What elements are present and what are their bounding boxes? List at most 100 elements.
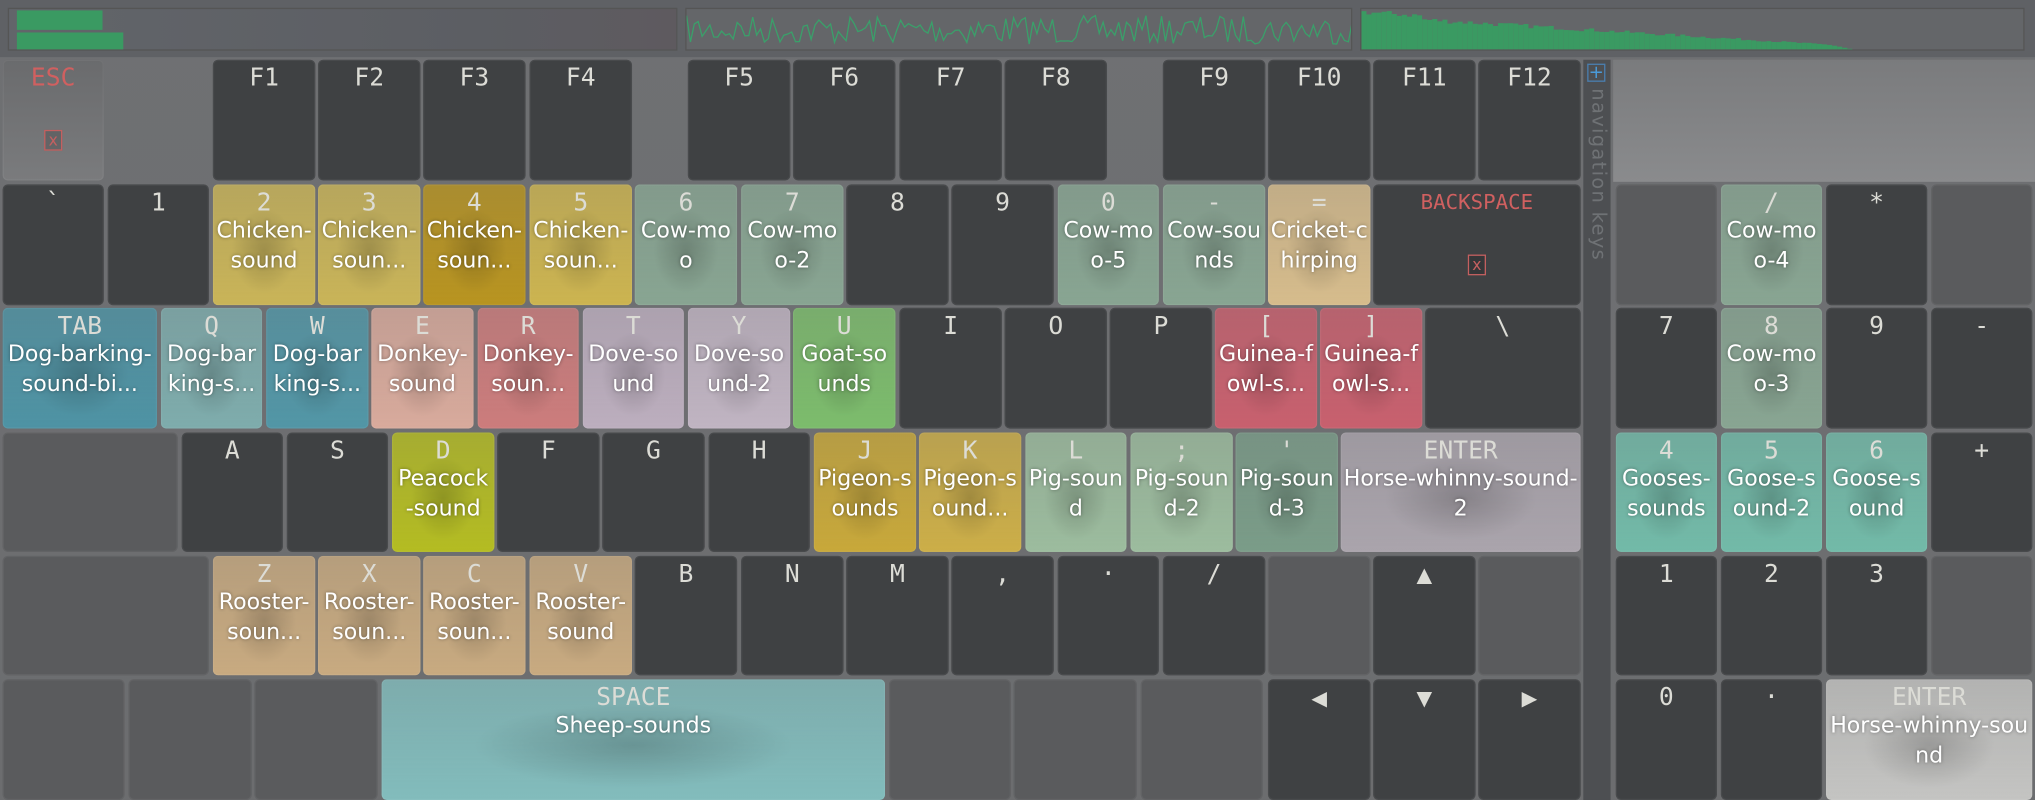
key-v[interactable]: V Rooster-sound [529,555,633,676]
key-f7[interactable]: F7 [899,59,1002,181]
key-4[interactable]: 4 Chicken-soun... [423,184,526,306]
key-blank[interactable] [1931,184,2033,306]
key-d[interactable]: D Peacock-sound [391,432,495,552]
key-7[interactable]: 7 Cow-moo-2 [741,184,844,306]
key-6[interactable]: 6 Cow-moo [634,184,738,306]
key-e[interactable]: E Donkey-sound [371,307,474,429]
key-o[interactable]: O [1004,307,1108,429]
key-left-bracket[interactable]: [Guinea-fowl-s... [1214,307,1318,429]
key-4[interactable]: 4 Gooses-sounds [1615,432,1717,552]
key-f3[interactable]: F3 [423,59,526,181]
key-blank[interactable] [2,679,125,800]
key-2[interactable]: 2 Chicken-sound [212,184,316,306]
key-blank[interactable] [1931,555,2033,676]
key-y[interactable]: Y Dove-sound-2 [687,307,791,429]
key-z[interactable]: Z Rooster-soun... [212,555,316,676]
key-f8[interactable]: F8 [1004,59,1108,181]
key-p[interactable]: P [1109,307,1213,429]
key-f11[interactable]: F11 [1373,59,1476,181]
key-right-arrow[interactable]: ▶ [1478,679,1581,800]
key-f10[interactable]: F10 [1267,59,1371,181]
key-tab[interactable]: TAB Dog-barking-sound-bi... [2,307,158,429]
key-w[interactable]: W Dog-barking-s... [266,307,369,429]
key-m[interactable]: M [846,555,949,676]
key-quote[interactable]: ' Pig-sound-3 [1235,432,1339,552]
key-f6[interactable]: F6 [792,59,896,181]
key-f9[interactable]: F9 [1162,59,1266,181]
key-f2[interactable]: F2 [317,59,421,181]
key-f12[interactable]: F12 [1478,59,1581,181]
key-plus[interactable]: + [1931,432,2033,552]
key-enter[interactable]: ENTER Horse-whinny-sound [1826,679,2033,800]
key-f1[interactable]: F1 [212,59,316,181]
key-blank[interactable] [254,679,378,800]
key-5[interactable]: 5 Goose-sound-2 [1720,432,1823,552]
key-3[interactable]: 3 Chicken-soun... [317,184,421,306]
key-up-arrow[interactable]: ▲ [1373,555,1476,676]
key-blank[interactable] [1615,184,1717,306]
key-3[interactable]: 3 [1826,555,1928,676]
key-h[interactable]: H [708,432,810,552]
key-1[interactable]: 1 [107,184,209,306]
key-blank[interactable] [888,679,1011,800]
key-label: ' [1279,436,1295,465]
key-esc[interactable]: ESC x [2,59,104,181]
key-r[interactable]: R Donkey-soun... [477,307,579,429]
key-blank[interactable] [1478,555,1581,676]
key-i[interactable]: I [899,307,1002,429]
key-minus[interactable]: - [1931,307,2033,429]
key-k[interactable]: K Pigeon-sound... [918,432,1022,552]
key-space[interactable]: SPACE Sheep-sounds [381,679,886,800]
key-right-bracket[interactable]: ] Guinea-fowl-s... [1319,307,1423,429]
key-q[interactable]: Q Dog-barking-s... [160,307,263,429]
key-slash[interactable]: / Cow-moo-4 [1720,184,1823,306]
key-f5[interactable]: F5 [687,59,791,181]
key-x[interactable]: X Rooster-soun... [317,555,421,676]
key-f[interactable]: F [497,432,600,552]
navigation-keys-panel[interactable]: + navigation keys [1583,59,1611,800]
key-2[interactable]: 2 [1720,555,1823,676]
key-minus[interactable]: - Cow-sounds [1162,184,1266,306]
key-6[interactable]: 6 Goose-sound [1826,432,1928,552]
key-asterisk[interactable]: * [1826,184,1928,306]
key-blank[interactable] [2,432,178,552]
key-blank[interactable] [1013,679,1137,800]
key-9[interactable]: 9 [1826,307,1928,429]
key-b[interactable]: B [634,555,738,676]
key-0[interactable]: 0 Cow-moo-5 [1057,184,1159,306]
key-g[interactable]: G [602,432,705,552]
key-equals[interactable]: = Cricket-chirping [1267,184,1371,306]
key-left-arrow[interactable]: ◀ [1267,679,1371,800]
key-a[interactable]: A [181,432,283,552]
key-blank[interactable] [128,679,252,800]
key-blank[interactable] [2,555,209,676]
key-backslash[interactable]: \ [1424,307,1581,429]
key-s[interactable]: S [286,432,389,552]
key-0[interactable]: 0 [1615,679,1717,800]
key-slash[interactable]: / [1162,555,1266,676]
key-7[interactable]: 7 [1615,307,1717,429]
key-t[interactable]: T Dove-sound [582,307,684,429]
key-backspace[interactable]: BACKSPACE x [1373,184,1581,306]
key-c[interactable]: C Rooster-soun... [423,555,526,676]
key-9[interactable]: 9 [951,184,1054,306]
key-period[interactable]: · [1720,679,1823,800]
key-backtick[interactable]: ` [2,184,104,306]
key-j[interactable]: J Pigeon-sounds [813,432,917,552]
key-semicolon[interactable]: ; Pig-sound-2 [1130,432,1233,552]
key-8[interactable]: 8 Cow-moo-3 [1720,307,1823,429]
key-down-arrow[interactable]: ▼ [1373,679,1476,800]
key-enter[interactable]: ENTER Horse-whinny-sound-2 [1340,432,1581,552]
key-1[interactable]: 1 [1615,555,1717,676]
key-l[interactable]: L Pig-sound [1025,432,1127,552]
key-5[interactable]: 5 Chicken-soun... [529,184,633,306]
key-comma[interactable]: , [951,555,1054,676]
key-n[interactable]: N [741,555,844,676]
key-blank[interactable] [1140,679,1263,800]
key-u[interactable]: U Goat-sounds [792,307,896,429]
plus-icon[interactable]: + [1587,63,1606,82]
key-f4[interactable]: F4 [529,59,633,181]
key-period[interactable]: · [1057,555,1159,676]
key-blank[interactable] [1267,555,1371,676]
key-8[interactable]: 8 [846,184,949,306]
